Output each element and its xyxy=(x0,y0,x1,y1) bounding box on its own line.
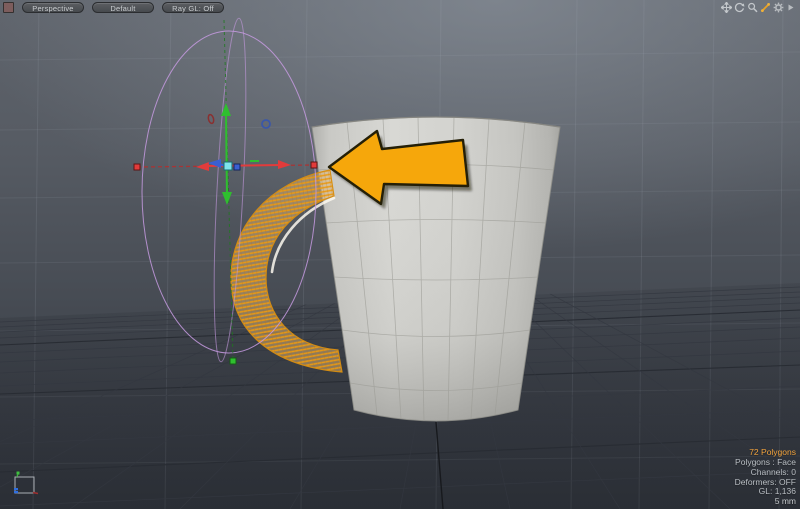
viewport-thumb-icon[interactable] xyxy=(3,2,14,13)
link-icon[interactable] xyxy=(759,1,771,13)
gizmo-marker-blue[interactable] xyxy=(262,120,270,128)
workplane-y-axis-mark xyxy=(17,472,20,475)
pan-icon[interactable] xyxy=(720,1,732,13)
camera-view-button[interactable]: Perspective xyxy=(22,2,84,13)
shading-style-button[interactable]: Default xyxy=(92,2,154,13)
viewport-toolbar xyxy=(720,1,797,13)
ray-gl-button[interactable]: Ray GL: Off xyxy=(162,2,224,13)
workplane-indicator xyxy=(12,470,40,501)
viewport-header-controls: Perspective Default Ray GL: Off xyxy=(3,2,224,13)
workplane-square xyxy=(15,477,34,493)
grid-size: 5 mm xyxy=(735,497,796,507)
zoom-icon[interactable] xyxy=(746,1,758,13)
3d-viewport: Perspective Default Ray GL: Off xyxy=(0,0,800,509)
gizmo-y-handle[interactable] xyxy=(230,358,236,364)
gizmo-z-handle[interactable] xyxy=(234,164,240,170)
workplane-z-axis-mark xyxy=(14,488,18,490)
gear-icon[interactable] xyxy=(772,1,784,13)
gizmo-marker-red[interactable] xyxy=(207,114,214,124)
viewport-canvas[interactable] xyxy=(0,0,800,509)
workplane-x-axis-mark xyxy=(33,493,38,494)
expand-arrow-icon[interactable] xyxy=(785,1,797,13)
rotate-icon[interactable] xyxy=(733,1,745,13)
viewport-info-overlay: 72 Polygons Polygons : Face Channels: 0 … xyxy=(735,448,796,507)
gizmo-center-handle[interactable] xyxy=(224,162,232,170)
gizmo-x-handle-left[interactable] xyxy=(134,164,140,170)
gizmo-x-handle-right[interactable] xyxy=(311,162,317,168)
